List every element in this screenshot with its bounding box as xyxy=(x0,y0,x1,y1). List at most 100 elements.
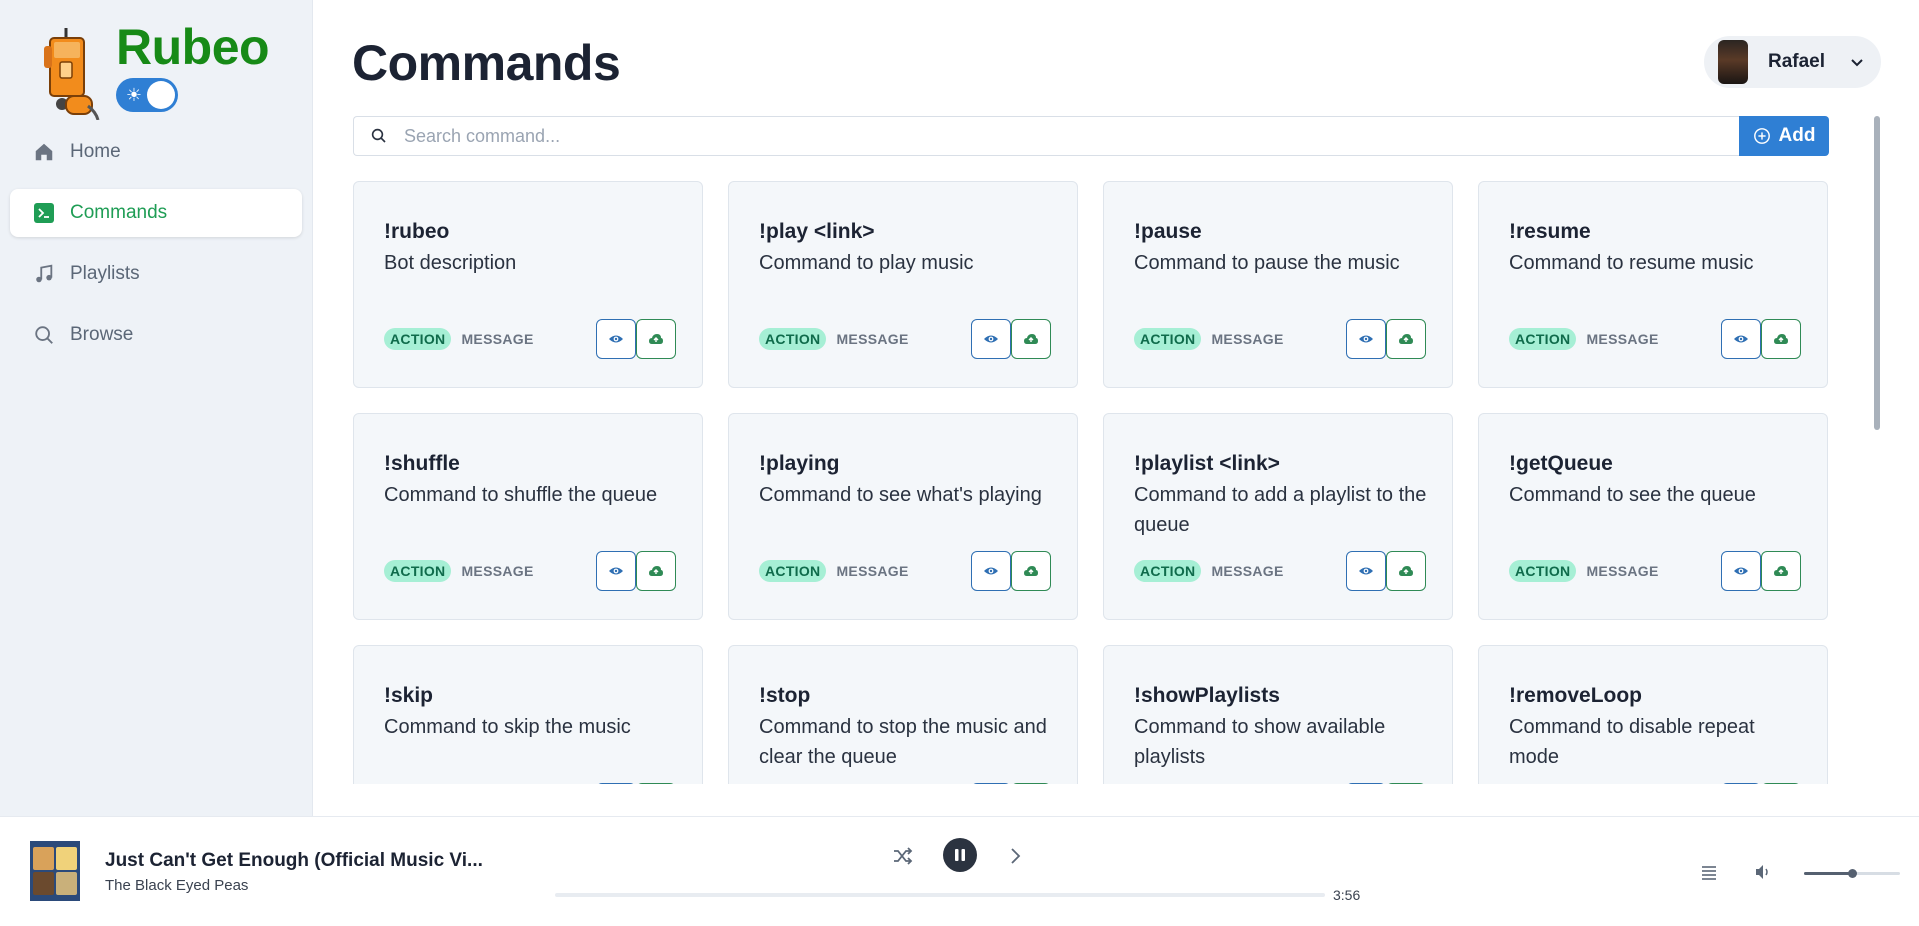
type-label: MESSAGE xyxy=(461,563,534,579)
next-icon[interactable] xyxy=(1006,844,1026,868)
sidebar-item-home[interactable]: Home xyxy=(10,128,302,176)
progress-bar[interactable] xyxy=(555,893,1325,897)
command-name: !pause xyxy=(1134,220,1202,243)
command-description: Bot description xyxy=(384,252,517,274)
command-description: Command to see what's playing xyxy=(759,484,1042,506)
sidebar-item-commands[interactable]: Commands xyxy=(10,189,302,237)
command-footer: ACTION MESSAGE xyxy=(384,319,676,359)
sidebar-item-playlists[interactable]: Playlists xyxy=(10,250,302,298)
type-label: MESSAGE xyxy=(461,331,534,347)
view-button[interactable] xyxy=(596,319,636,359)
album-art xyxy=(30,841,80,901)
action-badge: ACTION xyxy=(384,560,452,582)
command-card: !pause Command to pause the music ACTION… xyxy=(1103,181,1453,388)
card-actions xyxy=(1346,551,1426,591)
upload-button[interactable] xyxy=(1011,319,1051,359)
user-menu[interactable]: Rafael xyxy=(1704,36,1881,88)
theme-toggle[interactable]: ☀ xyxy=(116,78,178,112)
add-button[interactable]: Add xyxy=(1739,116,1829,156)
cloud-upload-icon xyxy=(1024,334,1038,344)
command-description: Command to resume music xyxy=(1509,252,1754,274)
upload-button[interactable] xyxy=(1761,783,1801,784)
eye-icon xyxy=(1734,335,1748,343)
action-badge: ACTION xyxy=(1509,560,1577,582)
command-name: !play <link> xyxy=(759,220,875,243)
pause-button[interactable] xyxy=(943,838,977,872)
command-name: !shuffle xyxy=(384,452,460,475)
chevron-down-icon xyxy=(1851,59,1863,67)
command-card: !getQueue Command to see the queue ACTIO… xyxy=(1478,413,1828,620)
eye-icon xyxy=(1359,335,1373,343)
scrollbar-thumb[interactable] xyxy=(1874,116,1880,430)
music-note-icon xyxy=(32,262,56,286)
upload-button[interactable] xyxy=(1761,319,1801,359)
queue-icon[interactable] xyxy=(1700,863,1718,881)
cloud-upload-icon xyxy=(1024,566,1038,576)
type-label: MESSAGE xyxy=(836,331,909,347)
view-button[interactable] xyxy=(1346,319,1386,359)
volume-slider[interactable] xyxy=(1804,869,1900,878)
scrollbar[interactable] xyxy=(1874,116,1880,784)
cloud-upload-icon xyxy=(649,566,663,576)
sidebar-nav: Home Commands Playlists Browse xyxy=(10,128,302,372)
upload-button[interactable] xyxy=(1011,783,1051,784)
command-card: !skip Command to skip the music ACTION M… xyxy=(353,645,703,784)
robot-icon xyxy=(44,28,100,120)
command-name: !resume xyxy=(1509,220,1591,243)
upload-button[interactable] xyxy=(1011,551,1051,591)
volume-handle[interactable] xyxy=(1848,869,1857,878)
type-label: MESSAGE xyxy=(1211,563,1284,579)
sidebar-item-browse[interactable]: Browse xyxy=(10,311,302,359)
action-badge: ACTION xyxy=(1134,328,1202,350)
command-name: !playing xyxy=(759,452,840,475)
upload-button[interactable] xyxy=(1761,551,1801,591)
upload-button[interactable] xyxy=(1386,783,1426,784)
view-button[interactable] xyxy=(1346,551,1386,591)
type-label: MESSAGE xyxy=(1211,331,1284,347)
eye-icon xyxy=(984,567,998,575)
command-footer: ACTION MESSAGE xyxy=(759,551,1051,591)
command-footer: ACTION MESSAGE xyxy=(1134,783,1426,784)
shuffle-icon[interactable] xyxy=(891,844,915,868)
card-actions xyxy=(1346,783,1426,784)
upload-button[interactable] xyxy=(636,551,676,591)
cloud-upload-icon xyxy=(1774,566,1788,576)
avatar xyxy=(1718,40,1748,84)
command-footer: ACTION MESSAGE xyxy=(759,319,1051,359)
app-root: Rubeo ☀ Home Commands Playlists Browse C… xyxy=(0,0,1919,926)
upload-button[interactable] xyxy=(636,319,676,359)
command-card: !play <link> Command to play music ACTIO… xyxy=(728,181,1078,388)
eye-icon xyxy=(1734,567,1748,575)
upload-button[interactable] xyxy=(636,783,676,784)
view-button[interactable] xyxy=(971,551,1011,591)
eye-icon xyxy=(609,567,623,575)
view-button[interactable] xyxy=(971,783,1011,784)
view-button[interactable] xyxy=(1721,319,1761,359)
card-actions xyxy=(1346,319,1426,359)
command-description: Command to pause the music xyxy=(1134,252,1400,274)
search-input[interactable] xyxy=(404,125,1704,147)
command-description: Command to stop the music and clear the … xyxy=(759,716,1047,768)
command-description: Command to add a playlist to the queue xyxy=(1134,484,1427,536)
command-card: !showPlaylists Command to show available… xyxy=(1103,645,1453,784)
command-card: !removeLoop Command to disable repeat mo… xyxy=(1478,645,1828,784)
commands-grid: !rubeo Bot description ACTION MESSAGE !p… xyxy=(353,181,1833,784)
upload-button[interactable] xyxy=(1386,319,1426,359)
action-badge: ACTION xyxy=(759,560,827,582)
command-name: !skip xyxy=(384,684,434,707)
view-button[interactable] xyxy=(596,783,636,784)
view-button[interactable] xyxy=(1721,783,1761,784)
sidebar: Rubeo ☀ Home Commands Playlists Browse xyxy=(0,0,313,816)
view-button[interactable] xyxy=(596,551,636,591)
view-button[interactable] xyxy=(971,319,1011,359)
volume-icon[interactable] xyxy=(1754,863,1772,881)
upload-button[interactable] xyxy=(1386,551,1426,591)
view-button[interactable] xyxy=(1721,551,1761,591)
command-name: !playlist <link> xyxy=(1134,452,1280,475)
view-button[interactable] xyxy=(1346,783,1386,784)
sidebar-item-label: Playlists xyxy=(70,263,140,284)
command-card: !playlist <link> Command to add a playli… xyxy=(1103,413,1453,620)
action-badge: ACTION xyxy=(759,328,827,350)
add-button-label: Add xyxy=(1778,125,1816,146)
cloud-upload-icon xyxy=(649,334,663,344)
